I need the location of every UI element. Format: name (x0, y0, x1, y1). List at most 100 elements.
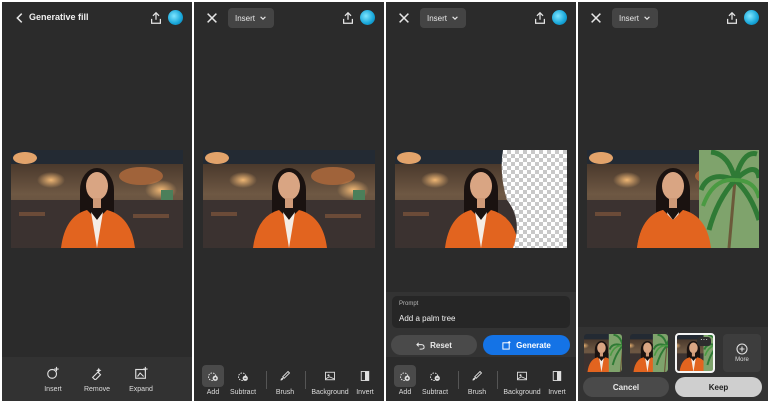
variation-thumbnail[interactable] (630, 334, 668, 372)
expand-label: Expand (129, 386, 153, 393)
divider (305, 371, 306, 389)
back-arrow-icon[interactable] (12, 10, 28, 26)
undo-icon (416, 341, 425, 350)
insert-dropdown[interactable]: Insert (420, 8, 466, 28)
reset-label: Reset (430, 340, 452, 350)
invert-button[interactable]: Invert (350, 361, 380, 399)
page-title: Generative fill (29, 12, 89, 22)
more-options-icon[interactable]: ··· (697, 336, 711, 346)
brush-icon (274, 365, 296, 387)
chevron-down-icon (644, 16, 650, 20)
add-label: Add (206, 389, 220, 396)
keep-label: Keep (708, 382, 729, 392)
insert-dropdown-label: Insert (234, 13, 255, 23)
subtract-selection-icon (232, 365, 254, 387)
prompt-label: Prompt (399, 301, 419, 307)
subtract-label: Subtract (229, 389, 257, 396)
add-selection-icon (202, 365, 224, 387)
divider (497, 371, 498, 389)
photo-canvas[interactable] (11, 150, 183, 248)
chevron-down-icon (260, 16, 266, 20)
subtract-label: Subtract (421, 389, 449, 396)
expand-icon (134, 366, 148, 380)
background-button[interactable]: Background (503, 361, 541, 399)
add-selection-button[interactable]: Add (198, 361, 228, 399)
invert-icon (546, 365, 568, 387)
selection-tool-bar: Add Subtract Brush Background Invert (194, 357, 384, 401)
photo-canvas[interactable] (203, 150, 375, 248)
background-button[interactable]: Background (311, 361, 349, 399)
generate-button[interactable]: Generate (483, 335, 570, 355)
variation-thumbnail[interactable] (584, 334, 622, 372)
subtract-selection-button[interactable]: Subtract (420, 361, 450, 399)
close-icon[interactable] (204, 10, 220, 26)
top-bar: Insert (194, 2, 384, 34)
expand-tool-button[interactable]: Expand (119, 357, 163, 401)
screen-insert-selection: Insert Add Subtract Brush Background Inv… (194, 2, 384, 401)
background-icon (511, 365, 533, 387)
invert-label: Invert (356, 389, 374, 396)
photo-canvas-selected-area[interactable] (395, 150, 567, 248)
close-icon[interactable] (396, 10, 412, 26)
top-bar: Insert (386, 2, 576, 34)
brush-label: Brush (275, 389, 295, 396)
background-label: Background (311, 389, 349, 396)
remove-tool-button[interactable]: Remove (75, 357, 119, 401)
divider (458, 371, 459, 389)
divider (266, 371, 267, 389)
screen-generative-fill: Generative fill Insert Remove Expand (2, 2, 192, 401)
prompt-field[interactable]: Prompt Add a palm tree (392, 296, 570, 328)
remove-icon (90, 366, 104, 381)
subtract-selection-button[interactable]: Subtract (228, 361, 258, 399)
reset-button[interactable]: Reset (391, 335, 477, 355)
add-selection-button[interactable]: Add (390, 361, 420, 399)
avatar[interactable] (168, 10, 183, 25)
top-bar: Generative fill (2, 2, 192, 34)
avatar[interactable] (744, 10, 759, 25)
photo-canvas-generated[interactable] (587, 150, 759, 248)
generate-label: Generate (516, 340, 551, 350)
insert-dropdown[interactable]: Insert (228, 8, 274, 28)
brush-icon (466, 365, 488, 387)
background-label: Background (503, 389, 541, 396)
insert-label: Insert (44, 386, 62, 393)
share-icon[interactable] (148, 10, 164, 26)
variations-panel: ··· More Cancel Keep (578, 327, 768, 401)
share-icon[interactable] (532, 10, 548, 26)
avatar[interactable] (552, 10, 567, 25)
plus-circle-icon (736, 342, 748, 355)
insert-dropdown-label: Insert (426, 13, 447, 23)
close-icon[interactable] (588, 10, 604, 26)
generate-icon (502, 340, 511, 350)
more-variations-button[interactable]: More (723, 334, 761, 372)
remove-label: Remove (83, 386, 111, 393)
brush-label: Brush (467, 389, 487, 396)
brush-button[interactable]: Brush (462, 361, 492, 399)
screen-prompt: Insert Prompt Add a palm tree Reset Gene… (386, 2, 576, 401)
avatar[interactable] (360, 10, 375, 25)
share-icon[interactable] (340, 10, 356, 26)
insert-icon (46, 366, 60, 380)
prompt-text[interactable]: Add a palm tree (399, 314, 455, 323)
variation-thumbnail-selected[interactable]: ··· (675, 333, 715, 373)
insert-dropdown-label: Insert (618, 13, 639, 23)
share-icon[interactable] (724, 10, 740, 26)
keep-button[interactable]: Keep (675, 377, 762, 397)
more-label: More (735, 357, 749, 363)
chevron-down-icon (452, 16, 458, 20)
insert-dropdown[interactable]: Insert (612, 8, 658, 28)
subtract-selection-icon (424, 365, 446, 387)
tool-bar: Insert Remove Expand (2, 357, 192, 401)
top-bar: Insert (578, 2, 768, 34)
selection-tool-bar: Add Subtract Brush Background Invert (386, 357, 576, 401)
invert-button[interactable]: Invert (542, 361, 572, 399)
add-label: Add (398, 389, 412, 396)
prompt-panel: Prompt Add a palm tree Reset Generate (386, 292, 576, 358)
add-selection-icon (394, 365, 416, 387)
cancel-button[interactable]: Cancel (583, 377, 669, 397)
background-icon (319, 365, 341, 387)
brush-button[interactable]: Brush (270, 361, 300, 399)
cancel-label: Cancel (612, 382, 640, 392)
insert-tool-button[interactable]: Insert (31, 357, 75, 401)
invert-label: Invert (548, 389, 566, 396)
